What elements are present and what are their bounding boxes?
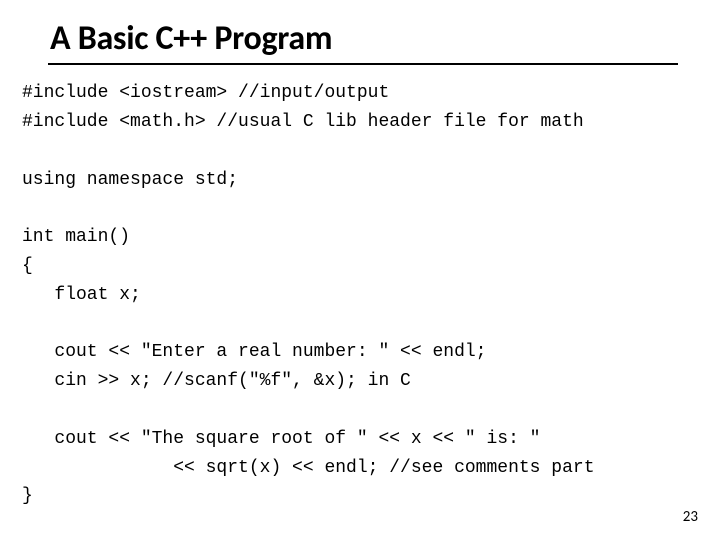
slide: A Basic C++ Program #include <iostream> …	[0, 0, 720, 540]
code-line: #include <math.h> //usual C lib header f…	[22, 112, 584, 132]
code-line: }	[22, 486, 33, 506]
code-line: int main()	[22, 227, 130, 247]
code-line: cout << "Enter a real number: " << endl;	[22, 342, 486, 362]
code-line: #include <iostream> //input/output	[22, 83, 389, 103]
code-line: cout << "The square root of " << x << " …	[22, 429, 540, 449]
code-line: {	[22, 256, 33, 276]
slide-title: A Basic C++ Program	[50, 18, 698, 59]
code-line: using namespace std;	[22, 170, 238, 190]
code-line: cin >> x; //scanf("%f", &x); in C	[22, 371, 411, 391]
code-block: #include <iostream> //input/output #incl…	[22, 79, 698, 511]
page-number: 23	[683, 508, 698, 526]
code-line: << sqrt(x) << endl; //see comments part	[22, 458, 595, 478]
title-underline	[48, 63, 678, 65]
code-line: float x;	[22, 285, 141, 305]
